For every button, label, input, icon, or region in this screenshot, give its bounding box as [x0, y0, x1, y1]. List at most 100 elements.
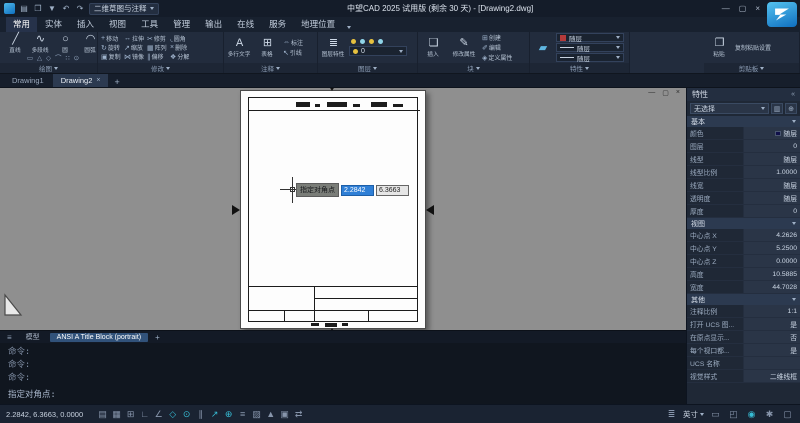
model-paper-toggle-icon[interactable]: ▤ — [96, 409, 109, 420]
snap-icon[interactable]: ⊞ — [124, 409, 137, 420]
prop-row-width[interactable]: 宽度 44.7028 — [687, 281, 800, 294]
linetype-dropdown[interactable]: 随层 — [556, 53, 624, 62]
save-icon[interactable]: ▼ — [47, 4, 57, 13]
tab-geolocation[interactable]: 地理位置 — [294, 16, 342, 32]
command-prompt[interactable]: 指定对角点: — [8, 388, 56, 400]
clean-screen-icon[interactable]: ◰ — [727, 409, 740, 420]
section-view[interactable]: 视图 — [687, 218, 800, 229]
drawing-canvas[interactable]: — ▢ × — [0, 88, 686, 330]
ribbon-collapse-icon[interactable] — [347, 26, 351, 29]
array-button[interactable]: ▦阵列 — [147, 43, 167, 52]
rotate-button[interactable]: ↻旋转 — [101, 43, 121, 52]
prop-row-color[interactable]: 颜色 随层 — [687, 127, 800, 140]
fullscreen-icon[interactable]: ▢ — [781, 409, 794, 420]
object-snap-icon[interactable]: ⊙ — [180, 409, 193, 420]
prop-row-transparency[interactable]: 透明度 随层 — [687, 192, 800, 205]
tab-service[interactable]: 服务 — [262, 16, 293, 32]
panel-collapse-icon[interactable]: « — [791, 91, 795, 98]
tab-tools[interactable]: 工具 — [134, 16, 165, 32]
prop-row-center-x[interactable]: 中心点 X 4.2626 — [687, 229, 800, 242]
object-snap-tracking-icon[interactable]: ↗ — [208, 409, 221, 420]
doc-close-icon[interactable]: × — [676, 89, 680, 97]
settings-gear-icon[interactable]: ✱ — [763, 409, 776, 420]
section-misc[interactable]: 其他 — [687, 294, 800, 305]
mirror-button[interactable]: ⋈镜像 — [124, 52, 144, 61]
command-line-panel[interactable]: 命令: 命令: 命令: 指定对角点: — [0, 343, 686, 404]
tab-manage[interactable]: 管理 — [166, 16, 197, 32]
units-dropdown[interactable]: 英寸 — [683, 409, 704, 420]
create-block-button[interactable]: ⊞创建 — [482, 33, 512, 42]
new-tab-button[interactable]: + — [109, 77, 124, 87]
lineweight-dropdown[interactable]: 随层 — [556, 43, 624, 52]
layer-properties-button[interactable]: ≣ 图层特性 — [321, 37, 346, 58]
prop-row-ucs-per-viewport[interactable]: 每个视口都... 是 — [687, 344, 800, 357]
layer-on-icon[interactable] — [351, 39, 356, 44]
prop-row-center-z[interactable]: 中心点 Z 0.0000 — [687, 255, 800, 268]
dynamic-input-icon[interactable]: ⊕ — [222, 409, 235, 420]
isometric-draft-icon[interactable]: ◇ — [166, 409, 179, 420]
doc-tab-drawing1[interactable]: Drawing1 — [4, 74, 52, 87]
workspace-switcher[interactable]: 二维草图与注释 — [89, 3, 159, 15]
tab-view[interactable]: 视图 — [102, 16, 133, 32]
polar-tracking-icon[interactable]: ∠ — [152, 409, 165, 420]
copy-button[interactable]: ▣复制 — [101, 52, 121, 61]
spline-icon[interactable]: ⌒ — [55, 55, 62, 62]
prop-row-ucs-name[interactable]: UCS 名称 — [687, 357, 800, 370]
match-properties-button[interactable]: ▰ — [533, 42, 553, 54]
insert-block-button[interactable]: ❏ 插入 — [421, 37, 446, 58]
edit-attribute-button[interactable]: ✎ 修改属性 — [449, 37, 479, 58]
erase-button[interactable]: ×删除 — [170, 43, 190, 52]
group-label-draw[interactable]: 绘图 — [0, 63, 97, 73]
workspace-display-icon[interactable]: ▭ — [709, 409, 722, 420]
minimize-icon[interactable]: — — [722, 4, 730, 13]
doc-minimize-icon[interactable]: — — [648, 89, 655, 97]
prop-row-linetype[interactable]: 线型 随层 — [687, 153, 800, 166]
prop-row-thickness[interactable]: 厚度 0 — [687, 205, 800, 218]
ortho-icon[interactable]: ∟ — [138, 409, 151, 419]
close-icon[interactable]: × — [755, 4, 760, 13]
fillet-button[interactable]: ◟圆角 — [170, 34, 190, 43]
doc-restore-icon[interactable]: ▢ — [662, 89, 669, 97]
move-button[interactable]: +移动 — [101, 34, 121, 43]
layer-freeze-icon[interactable] — [360, 39, 365, 44]
hatch-icon[interactable]: ∷ — [66, 55, 70, 62]
new-layout-button[interactable]: + — [151, 333, 164, 342]
layer-lock-icon[interactable] — [369, 39, 374, 44]
prop-row-annotation-scale[interactable]: 注释比例 1:1 — [687, 305, 800, 318]
leader-button[interactable]: ↖引线 — [283, 48, 303, 57]
doc-tab-drawing2[interactable]: Drawing2 × — [53, 74, 109, 87]
prop-row-visual-style[interactable]: 视觉样式 二维线框 — [687, 370, 800, 383]
redo-icon[interactable]: ↷ — [75, 4, 85, 13]
group-label-block[interactable]: 块 — [418, 63, 529, 73]
rectangle-icon[interactable]: ▭ — [27, 55, 33, 62]
selection-cycling-icon[interactable]: ⇄ — [292, 409, 305, 420]
prop-row-layer[interactable]: 图层 0 — [687, 140, 800, 153]
prop-row-lineweight[interactable]: 线宽 随层 — [687, 179, 800, 192]
prop-row-height[interactable]: 高度 10.5885 — [687, 268, 800, 281]
lineweight-display-icon[interactable]: ≡ — [236, 409, 249, 419]
point-icon[interactable]: ⊙ — [74, 55, 79, 62]
polygon-icon[interactable]: △ — [37, 55, 42, 62]
trim-button[interactable]: ✂修剪 — [147, 34, 167, 43]
layer-plot-icon[interactable] — [378, 39, 383, 44]
prop-row-center-y[interactable]: 中心点 Y 5.2500 — [687, 242, 800, 255]
ellipse-icon[interactable]: ◇ — [46, 55, 51, 62]
block-editor-button[interactable]: ✐编辑 — [482, 43, 512, 52]
select-objects-button[interactable]: ⊕ — [785, 103, 797, 114]
prop-row-ucs-icon-on[interactable]: 打开 UCS 图... 是 — [687, 318, 800, 331]
stretch-button[interactable]: ↔拉伸 — [124, 34, 144, 43]
polyline-button[interactable]: ∿ 多段线 — [28, 33, 53, 54]
paste-button[interactable]: ❐ 粘贴 — [707, 37, 732, 58]
dynamic-input-x-field[interactable]: 2.2842 — [341, 185, 374, 196]
status-menu-icon[interactable]: ≣ — [665, 409, 678, 420]
offset-button[interactable]: ∥偏移 — [147, 52, 167, 61]
table-button[interactable]: ⊞ 表格 — [255, 37, 280, 58]
grid-icon[interactable]: ▦ — [110, 409, 123, 420]
tab-output[interactable]: 输出 — [198, 16, 229, 32]
selection-dropdown[interactable]: 无选择 — [690, 103, 769, 114]
undo-icon[interactable]: ↶ — [61, 4, 71, 13]
object-color-dropdown[interactable]: 随层 — [556, 33, 624, 42]
group-label-properties[interactable]: 特性 — [530, 63, 629, 73]
transparency-icon[interactable]: ▨ — [250, 409, 263, 420]
scale-button[interactable]: ↗缩放 — [124, 43, 144, 52]
